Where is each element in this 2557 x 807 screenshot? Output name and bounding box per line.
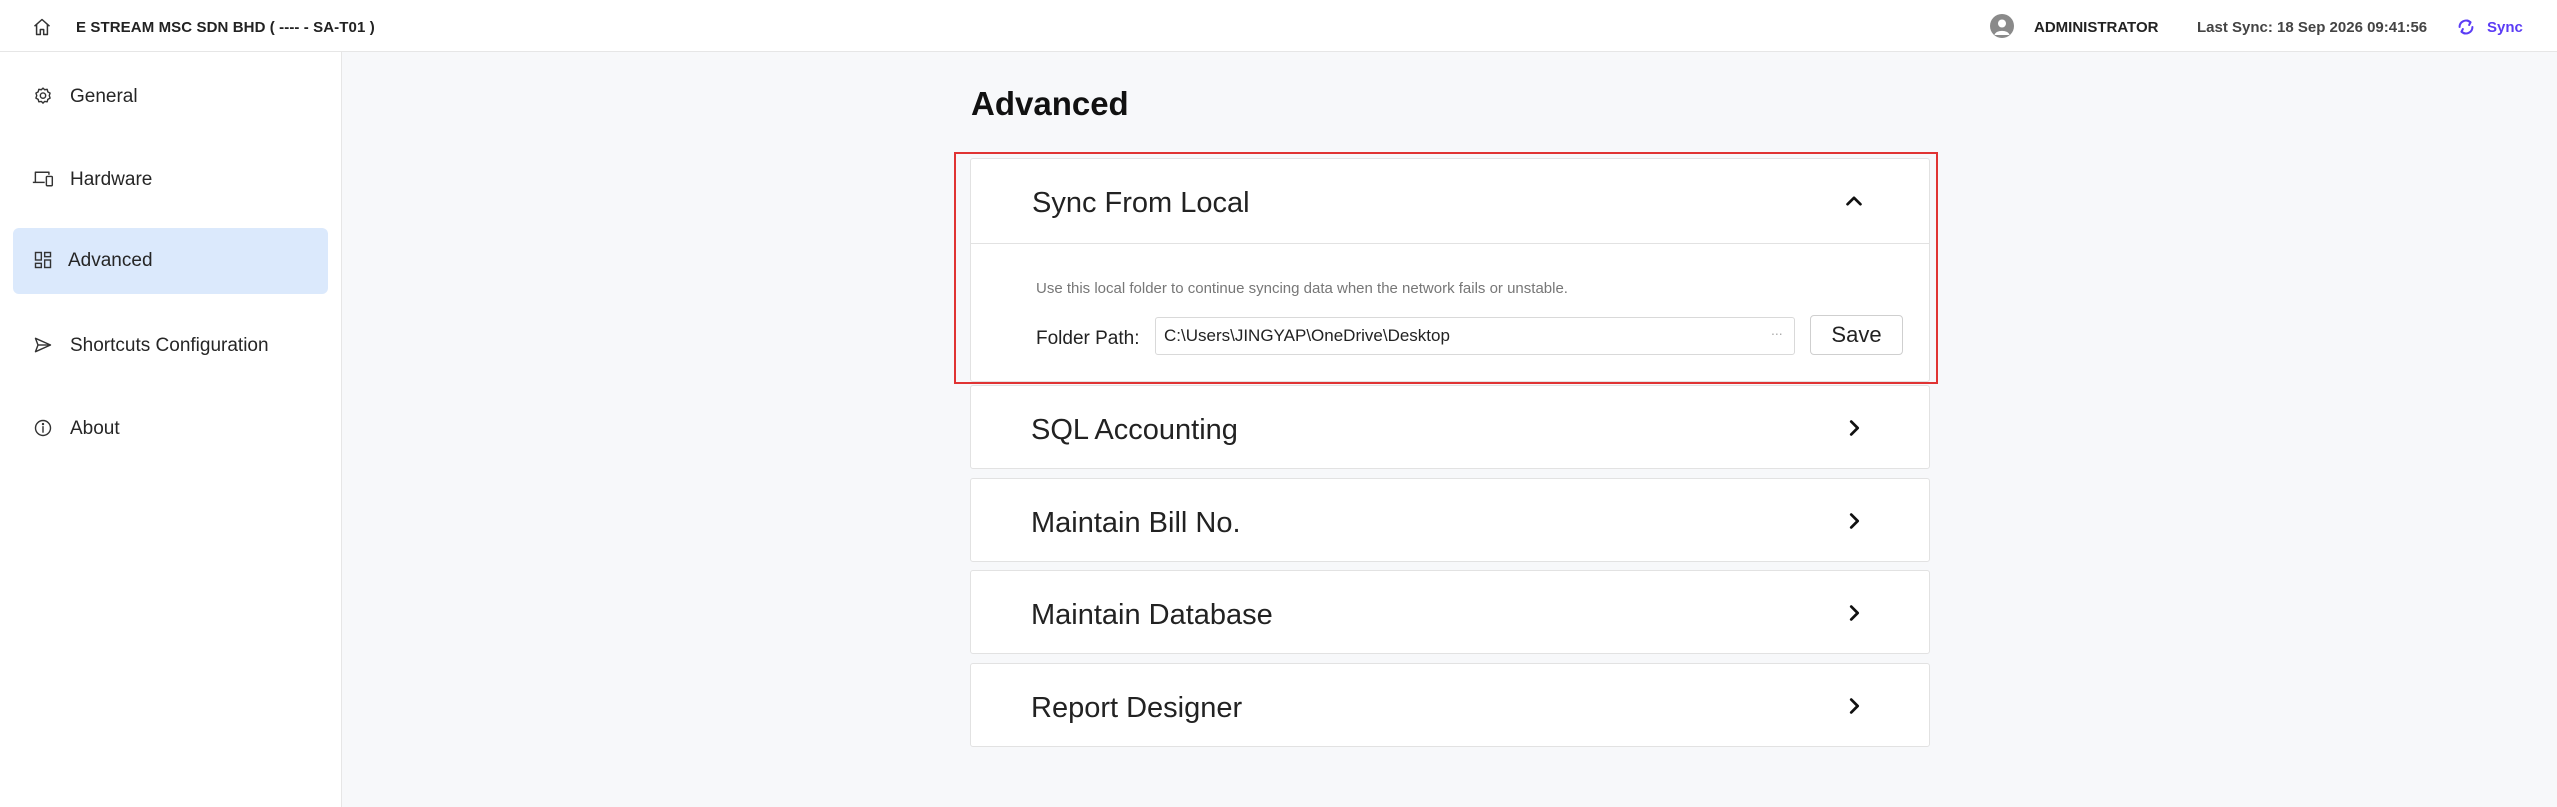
- sidebar-item-label: General: [70, 86, 138, 107]
- panel-maintain-bill-no: Maintain Bill No.: [970, 478, 1930, 562]
- panel-header-maintain-database[interactable]: Maintain Database: [971, 571, 1929, 655]
- user-icon: [1994, 19, 2010, 35]
- panel-header-sync-from-local[interactable]: Sync From Local: [971, 159, 1929, 243]
- sidebar-item-about[interactable]: About: [13, 396, 328, 462]
- chevron-right-icon: [1842, 416, 1866, 440]
- sync-button[interactable]: Sync: [2455, 14, 2523, 40]
- sidebar-item-general[interactable]: General: [13, 64, 328, 130]
- devices-icon: [32, 168, 54, 190]
- company-name: E STREAM MSC SDN BHD ( ---- - SA-T01 ): [76, 19, 375, 36]
- home-button[interactable]: [31, 16, 53, 38]
- panel-title: Sync From Local: [1032, 187, 1250, 219]
- sidebar-item-label: Shortcuts Configuration: [70, 335, 269, 356]
- chevron-up-icon: [1842, 189, 1866, 213]
- user-name: ADMINISTRATOR: [2034, 19, 2159, 36]
- top-bar: E STREAM MSC SDN BHD ( ---- - SA-T01 ) A…: [0, 0, 2557, 52]
- sidebar-item-hardware[interactable]: Hardware: [13, 147, 328, 213]
- send-icon: [32, 334, 54, 356]
- panel-title: Maintain Database: [1031, 599, 1273, 631]
- panel-title: SQL Accounting: [1031, 414, 1238, 446]
- info-icon: [32, 417, 54, 439]
- sync-label: Sync: [2487, 18, 2523, 36]
- panel-header-maintain-bill-no[interactable]: Maintain Bill No.: [971, 479, 1929, 563]
- folder-path-label: Folder Path:: [1036, 328, 1140, 349]
- sidebar-item-label: Hardware: [70, 169, 153, 190]
- gear-icon: [32, 85, 54, 107]
- panel-maintain-database: Maintain Database: [970, 570, 1930, 654]
- panel-sync-from-local: Sync From Local Use this local folder to…: [970, 158, 1930, 382]
- panel-header-report-designer[interactable]: Report Designer: [971, 664, 1929, 748]
- sidebar-item-label: Advanced: [68, 250, 153, 271]
- page-title: Advanced: [971, 85, 1129, 122]
- sync-icon: [2458, 19, 2474, 35]
- panel-divider: [971, 243, 1929, 244]
- panel-title: Report Designer: [1031, 692, 1243, 724]
- panel-title: Maintain Bill No.: [1031, 507, 1241, 539]
- sidebar: General Hardware Advanced Shortcuts Conf…: [0, 52, 342, 807]
- chevron-right-icon: [1842, 694, 1866, 718]
- sidebar-item-shortcuts[interactable]: Shortcuts Configuration: [13, 313, 328, 379]
- sidebar-item-label: About: [70, 418, 120, 439]
- save-button[interactable]: Save: [1810, 315, 1903, 355]
- chevron-right-icon: [1842, 601, 1866, 625]
- last-sync-time: Last Sync: 18 Sep 2026 09:41:56: [2197, 19, 2428, 36]
- home-icon: [34, 18, 50, 36]
- sync-description: Use this local folder to continue syncin…: [1036, 280, 1568, 297]
- panel-sql-accounting: SQL Accounting: [970, 385, 1930, 469]
- browse-folder-button[interactable]: ...: [1771, 322, 1783, 338]
- panel-report-designer: Report Designer: [970, 663, 1930, 747]
- user-avatar[interactable]: [1990, 14, 2014, 38]
- folder-path-input[interactable]: [1155, 317, 1795, 355]
- panel-header-sql-accounting[interactable]: SQL Accounting: [971, 386, 1929, 470]
- chevron-right-icon: [1842, 509, 1866, 533]
- grid-icon: [32, 249, 54, 271]
- sidebar-item-advanced[interactable]: Advanced: [13, 228, 328, 294]
